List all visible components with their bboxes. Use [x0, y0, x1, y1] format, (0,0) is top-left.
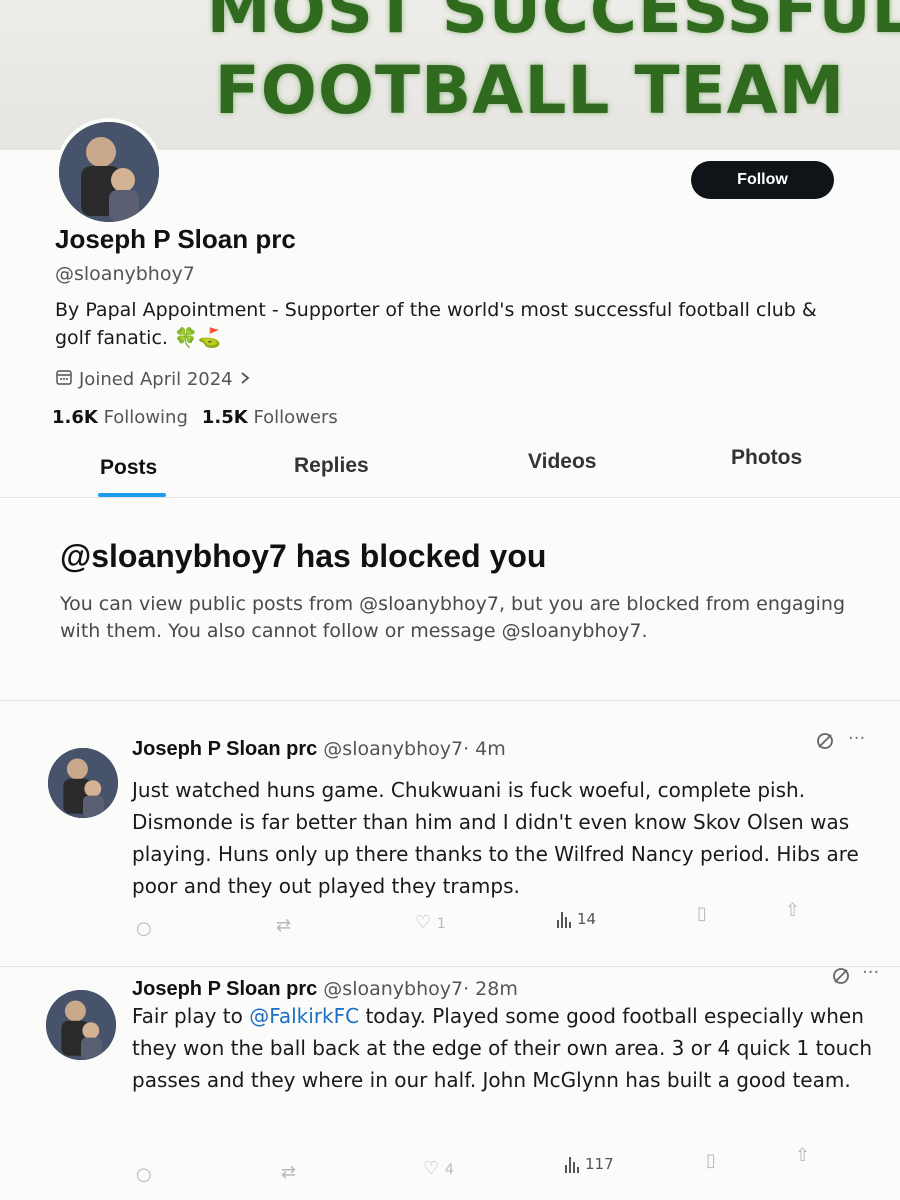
post-timestamp[interactable]: · 4m: [463, 738, 506, 760]
views-icon: [557, 912, 571, 928]
calendar-icon: [55, 368, 73, 391]
post-header: Joseph P Sloan prc @sloanybhoy7· 4m: [132, 738, 506, 761]
post-timestamp[interactable]: · 28m: [463, 978, 518, 1000]
banner-text-line2: FOOTBALL TEAM: [214, 52, 846, 129]
like-icon[interactable]: ♡ 4: [423, 1158, 454, 1179]
views-count: 14: [577, 910, 597, 928]
views-button[interactable]: 14: [557, 910, 596, 928]
followers-label: Followers: [253, 407, 338, 428]
following-count: 1.6K: [52, 407, 98, 428]
grok-icon[interactable]: [815, 731, 835, 756]
tabs-divider: [0, 497, 900, 498]
joined-label: Joined April 2024: [79, 369, 233, 390]
views-count: 117: [585, 1155, 614, 1173]
post-avatar[interactable]: [46, 990, 116, 1060]
share-icon[interactable]: ⇧: [795, 1145, 810, 1166]
tab-replies[interactable]: Replies: [294, 454, 369, 478]
bookmark-icon[interactable]: ▯: [697, 903, 707, 924]
post-text-start: Fair play to: [132, 1004, 250, 1028]
chevron-right-icon: [239, 369, 251, 390]
followers-link[interactable]: 1.5K Followers: [202, 407, 338, 428]
grok-icon[interactable]: [831, 966, 851, 991]
avatar-photo-icon: [46, 990, 116, 1060]
blocked-message: You can view public posts from @sloanybh…: [60, 593, 846, 642]
post-text: Just watched huns game. Chukwuani is fuc…: [132, 778, 859, 898]
profile-avatar[interactable]: [55, 118, 163, 226]
post-avatar[interactable]: [48, 748, 118, 818]
blocked-title: @sloanybhoy7 has blocked you: [60, 538, 547, 574]
tab-videos[interactable]: Videos: [528, 450, 596, 474]
post-author-name[interactable]: Joseph P Sloan prc: [132, 978, 317, 1000]
like-count: 1: [436, 916, 446, 932]
more-options-icon[interactable]: ···: [848, 728, 865, 749]
avatar-photo-icon: [48, 748, 118, 818]
repost-icon[interactable]: ⇄: [276, 915, 291, 936]
like-icon[interactable]: ♡ 1: [415, 912, 446, 933]
tab-posts[interactable]: Posts: [100, 456, 157, 480]
follow-button[interactable]: Follow: [691, 161, 834, 199]
post-text: Fair play to @FalkirkFC today. Played so…: [132, 1000, 872, 1096]
follow-stats: 1.6K Following 1.5K Followers: [52, 407, 338, 428]
avatar-photo-icon: [59, 122, 159, 222]
banner-text-line1: MOST SUCCESSFUL: [206, 0, 900, 48]
views-button[interactable]: 117: [565, 1155, 614, 1173]
like-count: 4: [444, 1162, 454, 1178]
divider: [0, 700, 900, 701]
post-header: Joseph P Sloan prc @sloanybhoy7· 28m: [132, 978, 518, 1001]
post-author-handle[interactable]: @sloanybhoy7: [323, 978, 463, 1000]
post-author-handle[interactable]: @sloanybhoy7: [323, 738, 463, 760]
joined-date[interactable]: Joined April 2024: [55, 368, 251, 391]
followers-count: 1.5K: [201, 407, 248, 428]
repost-icon[interactable]: ⇄: [281, 1162, 296, 1183]
reply-icon[interactable]: ○: [136, 1164, 152, 1185]
reply-icon[interactable]: ○: [136, 918, 152, 939]
share-icon[interactable]: ⇧: [785, 900, 800, 921]
tab-photos[interactable]: Photos: [731, 446, 802, 470]
post-author-name[interactable]: Joseph P Sloan prc: [132, 738, 317, 760]
more-options-icon[interactable]: ···: [862, 962, 879, 983]
profile-display-name: Joseph P Sloan prc: [55, 224, 296, 254]
divider: [0, 966, 900, 967]
mention-link[interactable]: @FalkirkFC: [249, 1004, 359, 1028]
following-label: Following: [103, 407, 188, 428]
profile-bio: By Papal Appointment - Supporter of the …: [55, 299, 817, 349]
following-link[interactable]: 1.6K Following: [52, 407, 188, 428]
profile-handle: @sloanybhoy7: [55, 263, 195, 285]
bookmark-icon[interactable]: ▯: [706, 1150, 716, 1171]
views-icon: [565, 1157, 579, 1173]
